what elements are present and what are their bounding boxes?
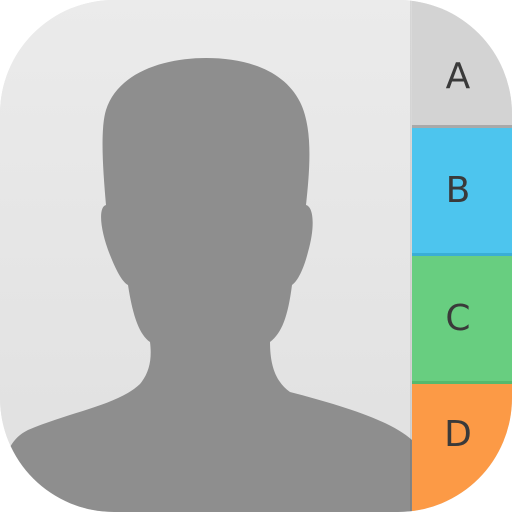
tab-b-label: B [445,170,471,211]
tab-a-label: A [445,56,471,97]
tab-d-label: D [444,413,472,455]
contacts-app-icon[interactable]: A B C D [0,0,512,512]
index-tabs: A B C D [412,0,512,512]
tab-c[interactable]: C [412,256,512,384]
tab-a[interactable]: A [412,0,512,128]
contact-card-page [0,0,412,512]
person-silhouette-icon [0,58,412,512]
tab-d[interactable]: D [412,384,512,512]
tab-c-label: C [445,298,471,339]
tab-b[interactable]: B [412,128,512,256]
